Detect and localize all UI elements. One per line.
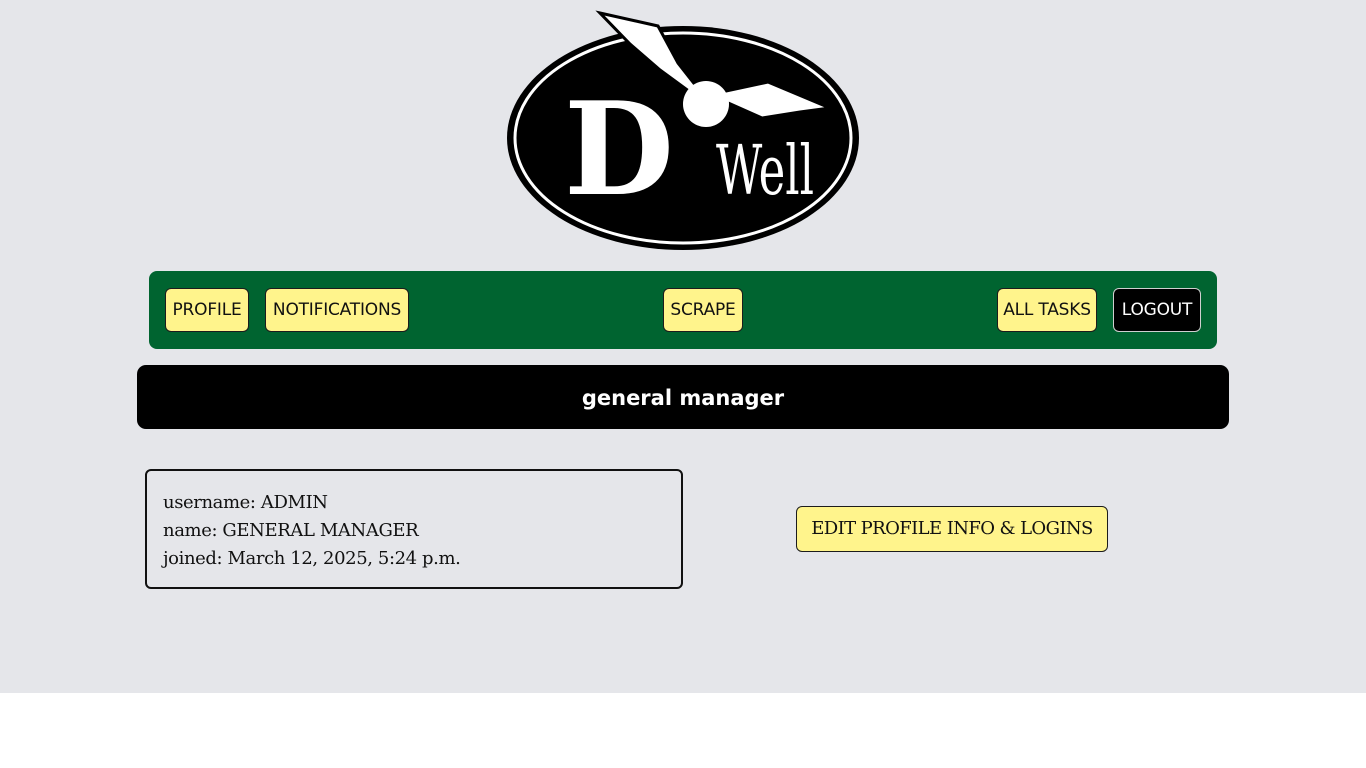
all-tasks-button[interactable]: ALL TASKS bbox=[997, 288, 1097, 332]
name-text: name: GENERAL MANAGER bbox=[163, 520, 419, 541]
profile-info-card: username: ADMIN name: GENERAL MANAGER jo… bbox=[145, 469, 683, 589]
joined-text: joined: March 12, 2025, 5:24 p.m. bbox=[163, 548, 461, 569]
main-navbar: PROFILE NOTIFICATIONS SCRAPE ALL TASKS L… bbox=[149, 271, 1217, 349]
profile-button[interactable]: PROFILE bbox=[165, 288, 249, 332]
logo-letter: D bbox=[564, 75, 674, 225]
scrape-button[interactable]: SCRAPE bbox=[663, 288, 743, 332]
page-title: general manager bbox=[137, 365, 1229, 429]
notifications-button[interactable]: NOTIFICATIONS bbox=[265, 288, 409, 332]
logo-word: Well bbox=[716, 132, 814, 211]
dwell-logo: D Well bbox=[500, 8, 866, 256]
logout-button[interactable]: LOGOUT bbox=[1113, 288, 1201, 332]
edit-profile-button[interactable]: EDIT PROFILE INFO & LOGINS bbox=[796, 506, 1108, 552]
username-text: username: ADMIN bbox=[163, 492, 328, 513]
